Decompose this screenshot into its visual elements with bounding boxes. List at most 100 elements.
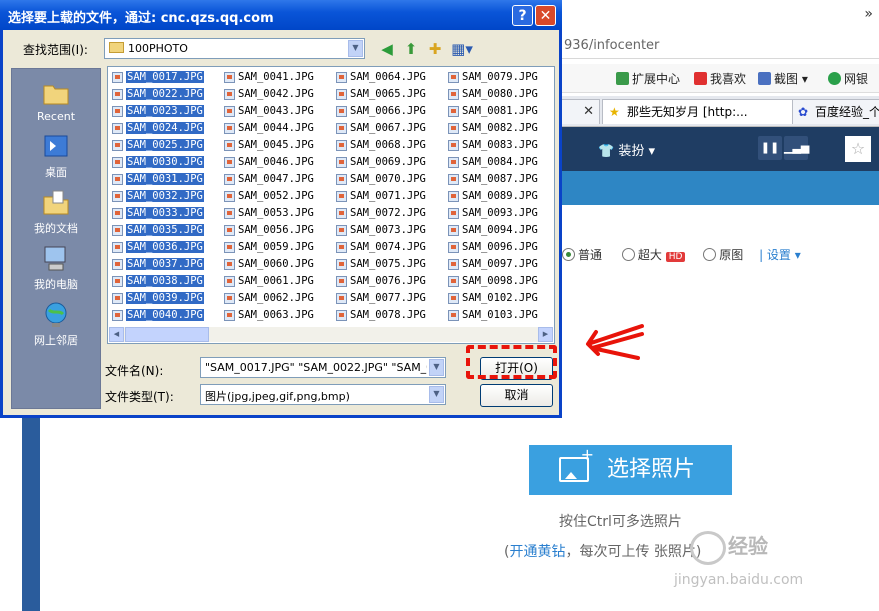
file-item[interactable]: SAM_0061.JPG <box>222 273 334 290</box>
back-icon[interactable]: ◀ <box>378 40 396 58</box>
file-item[interactable]: SAM_0025.JPG <box>110 137 222 154</box>
place-documents[interactable]: 我的文档 <box>12 189 100 236</box>
help-button[interactable]: ? <box>512 5 533 26</box>
file-item[interactable]: SAM_0072.JPG <box>334 205 446 222</box>
file-item[interactable]: SAM_0059.JPG <box>222 239 334 256</box>
quality-original[interactable]: 原图 <box>703 248 743 262</box>
file-item[interactable]: SAM_0064.JPG <box>334 69 446 86</box>
file-item[interactable]: SAM_0039.JPG <box>110 290 222 307</box>
file-item[interactable]: SAM_0038.JPG <box>110 273 222 290</box>
file-item[interactable]: SAM_0060.JPG <box>222 256 334 273</box>
scroll-left-icon[interactable]: ◀ <box>109 327 124 342</box>
select-photo-button[interactable]: 选择照片 <box>529 445 732 495</box>
quality-super[interactable]: 超大 HD <box>621 248 700 262</box>
file-item[interactable]: SAM_0035.JPG <box>110 222 222 239</box>
file-item[interactable]: SAM_0017.JPG <box>110 69 222 86</box>
file-item[interactable]: SAM_0087.JPG <box>446 171 554 188</box>
view-menu-icon[interactable]: ▦▾ <box>450 40 474 58</box>
file-item[interactable]: SAM_0046.JPG <box>222 154 334 171</box>
file-item[interactable]: SAM_0089.JPG <box>446 188 554 205</box>
nav-dress[interactable]: 👕 装扮 ▾ <box>598 140 655 159</box>
file-item[interactable]: SAM_0065.JPG <box>334 86 446 103</box>
quality-normal[interactable]: 普通 <box>562 248 602 262</box>
scroll-right-icon[interactable]: ▶ <box>538 327 553 342</box>
file-item[interactable]: SAM_0045.JPG <box>222 137 334 154</box>
file-item[interactable]: SAM_0042.JPG <box>222 86 334 103</box>
tab-baidu[interactable]: ✿ 百度经验_个 <box>792 99 879 124</box>
file-item[interactable]: SAM_0030.JPG <box>110 154 222 171</box>
file-item[interactable]: SAM_0102.JPG <box>446 290 554 307</box>
new-folder-icon[interactable]: ✚ <box>426 40 444 58</box>
close-icon[interactable]: ✕ <box>583 100 594 124</box>
close-button[interactable]: ✕ <box>535 5 556 26</box>
file-item[interactable]: SAM_0037.JPG <box>110 256 222 273</box>
screenshot-button[interactable]: 截图 ▾ <box>758 70 808 87</box>
file-item[interactable]: SAM_0071.JPG <box>334 188 446 205</box>
vip-link[interactable]: 开通黄钻 <box>509 544 565 560</box>
file-item[interactable]: SAM_0073.JPG <box>334 222 446 239</box>
file-item[interactable]: SAM_0075.JPG <box>334 256 446 273</box>
file-item[interactable]: SAM_0053.JPG <box>222 205 334 222</box>
file-item[interactable]: SAM_0094.JPG <box>446 222 554 239</box>
place-desktop[interactable]: 桌面 <box>12 133 100 180</box>
chevron-down-icon[interactable]: ▼ <box>429 386 444 403</box>
file-item[interactable]: SAM_0098.JPG <box>446 273 554 290</box>
file-item[interactable]: SAM_0047.JPG <box>222 171 334 188</box>
file-item[interactable]: SAM_0041.JPG <box>222 69 334 86</box>
file-item[interactable]: SAM_0044.JPG <box>222 120 334 137</box>
tab-active[interactable]: ★ 那些无知岁月 [http:... ✕ <box>602 99 808 124</box>
chevron-down-icon[interactable]: ▼ <box>429 359 444 376</box>
place-recent[interactable]: Recent <box>12 79 100 123</box>
file-item[interactable]: SAM_0074.JPG <box>334 239 446 256</box>
scroll-thumb[interactable] <box>125 327 209 342</box>
file-item[interactable]: SAM_0078.JPG <box>334 307 446 324</box>
file-item[interactable]: SAM_0031.JPG <box>110 171 222 188</box>
filename-input[interactable]: "SAM_0017.JPG" "SAM_0022.JPG" "SAM_002 ▼ <box>200 357 446 378</box>
chevron-down-icon[interactable]: ▼ <box>348 40 363 57</box>
file-item[interactable]: SAM_0079.JPG <box>446 69 554 86</box>
file-item[interactable]: SAM_0033.JPG <box>110 205 222 222</box>
file-item[interactable]: SAM_0056.JPG <box>222 222 334 239</box>
file-item[interactable]: SAM_0084.JPG <box>446 154 554 171</box>
file-item[interactable]: SAM_0083.JPG <box>446 137 554 154</box>
dialog-titlebar[interactable]: 选择要上载的文件，通过: cnc.qzs.qq.com ? ✕ <box>0 0 562 30</box>
file-item[interactable]: SAM_0052.JPG <box>222 188 334 205</box>
address-bar[interactable]: 936/infocenter <box>562 34 879 59</box>
file-item[interactable]: SAM_0068.JPG <box>334 137 446 154</box>
horizontal-scrollbar[interactable]: ◀ ▶ <box>109 327 553 342</box>
file-list[interactable]: SAM_0017.JPG SAM_0022.JPG SAM_0023.JPG SAM_… <box>107 66 555 344</box>
up-folder-icon[interactable]: ⬆ <box>402 40 420 58</box>
file-item[interactable]: SAM_0023.JPG <box>110 103 222 120</box>
netbank-button[interactable]: 网银 <box>828 70 868 87</box>
file-item[interactable]: SAM_0043.JPG <box>222 103 334 120</box>
file-item[interactable]: SAM_0066.JPG <box>334 103 446 120</box>
file-item[interactable]: SAM_0040.JPG <box>110 307 222 324</box>
file-item[interactable]: SAM_0080.JPG <box>446 86 554 103</box>
file-item[interactable]: SAM_0103.JPG <box>446 307 554 324</box>
file-item[interactable]: SAM_0076.JPG <box>334 273 446 290</box>
file-item[interactable]: SAM_0022.JPG <box>110 86 222 103</box>
file-item[interactable]: SAM_0032.JPG <box>110 188 222 205</box>
file-item[interactable]: SAM_0024.JPG <box>110 120 222 137</box>
settings-link[interactable]: | 设置 ▾ <box>759 248 801 262</box>
star-outline-icon[interactable]: ☆ <box>845 136 871 162</box>
file-item[interactable]: SAM_0067.JPG <box>334 120 446 137</box>
file-item[interactable]: SAM_0062.JPG <box>222 290 334 307</box>
favorites-button[interactable]: 我喜欢 <box>694 70 746 87</box>
file-item[interactable]: SAM_0081.JPG <box>446 103 554 120</box>
file-item[interactable]: SAM_0082.JPG <box>446 120 554 137</box>
place-computer[interactable]: 我的电脑 <box>12 245 100 292</box>
file-item[interactable]: SAM_0096.JPG <box>446 239 554 256</box>
file-item[interactable]: SAM_0077.JPG <box>334 290 446 307</box>
file-item[interactable]: SAM_0036.JPG <box>110 239 222 256</box>
file-item[interactable]: SAM_0097.JPG <box>446 256 554 273</box>
file-item[interactable]: SAM_0070.JPG <box>334 171 446 188</box>
file-item[interactable]: SAM_0093.JPG <box>446 205 554 222</box>
overflow-chevron-icon[interactable]: » <box>864 6 873 22</box>
cancel-button[interactable]: 取消 <box>480 384 553 407</box>
file-item[interactable]: SAM_0063.JPG <box>222 307 334 324</box>
lookin-combo[interactable]: 100PHOTO ▼ <box>104 38 365 59</box>
signal-icon[interactable]: ▁▃▅ <box>784 136 809 160</box>
pause-icon[interactable]: ❚❚ <box>758 136 782 160</box>
extensions-button[interactable]: 扩展中心 <box>616 70 680 87</box>
